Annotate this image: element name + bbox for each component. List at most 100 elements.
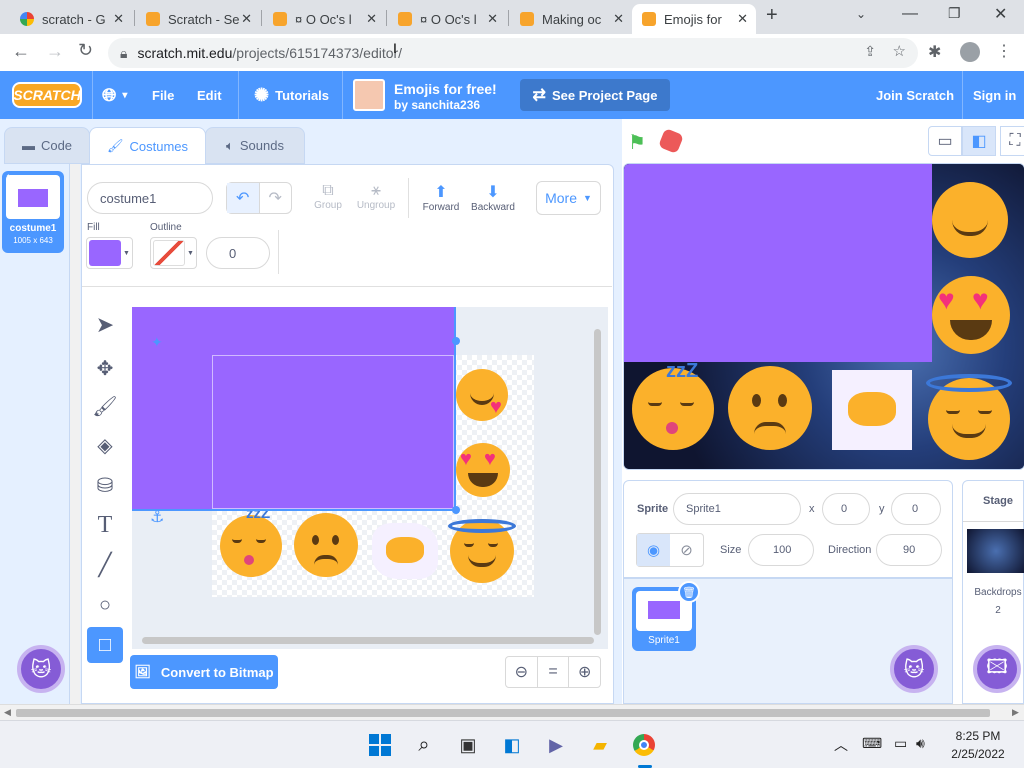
file-menu[interactable]: File	[152, 71, 174, 119]
close-tab-icon[interactable]: ✕	[113, 11, 124, 27]
sprite-name-input[interactable]: Sprite1	[673, 493, 801, 525]
zoom-reset-button[interactable]: =	[538, 657, 570, 687]
volume-icon[interactable]: 🔊︎	[916, 735, 925, 752]
zoom-out-icon[interactable]: ⊖	[506, 657, 538, 687]
windows-start-icon[interactable]	[368, 733, 392, 757]
resize-handle[interactable]	[452, 506, 460, 514]
back-arrow-icon[interactable]: ←	[12, 41, 30, 62]
zoom-in-icon[interactable]: ⊕	[569, 657, 600, 687]
close-tab-icon[interactable]: ✕	[241, 11, 252, 27]
show-eye-icon[interactable]: ◉	[637, 534, 670, 566]
select-arrow-icon[interactable]: ➤	[87, 307, 123, 343]
outline-width-input[interactable]: 0	[206, 237, 270, 269]
paint-canvas[interactable]: ♥ ♥ ♥ zzZ ✦ ⚓︎	[132, 307, 608, 649]
browser-tab-6-active[interactable]: Emojis for ✕	[632, 4, 756, 34]
large-stage-icon[interactable]: ◧	[962, 126, 996, 156]
choose-backdrop-icon[interactable]: 🖾︎	[973, 645, 1021, 693]
clock-time[interactable]: 8:25 PM	[946, 729, 1010, 743]
sign-in-link[interactable]: Sign in	[973, 71, 1016, 119]
line-tool-icon[interactable]: ╱	[87, 547, 123, 583]
costume-list-scrollbar[interactable]	[70, 164, 80, 704]
new-tab-button[interactable]: +	[766, 4, 778, 27]
ungroup-button[interactable]: ⚹ Ungroup	[356, 182, 396, 211]
stop-sign-icon[interactable]	[657, 127, 685, 155]
tab-costumes[interactable]: 🖌︎ Costumes	[89, 127, 206, 164]
fill-color-picker[interactable]: ▼	[86, 237, 133, 269]
fill-bucket-icon[interactable]: ⛁	[87, 467, 123, 503]
close-tab-icon[interactable]: ✕	[366, 11, 377, 27]
x-position-input[interactable]: 0	[822, 493, 870, 525]
undo-icon[interactable]: ↶	[227, 183, 260, 213]
direction-input[interactable]: 90	[876, 534, 942, 566]
canvas-horizontal-scrollbar[interactable]	[142, 637, 594, 644]
small-stage-icon[interactable]: ▭	[928, 126, 962, 156]
profile-avatar-icon[interactable]	[960, 42, 980, 62]
close-tab-icon[interactable]: ✕	[613, 11, 624, 27]
reload-icon[interactable]: ↻	[78, 40, 93, 61]
widgets-icon[interactable]: ◧	[500, 733, 524, 757]
tab-sounds[interactable]: 🔈︎ Sounds	[205, 127, 305, 164]
browser-tab-3[interactable]: ¤ O Oc's l ✕	[263, 4, 385, 34]
display-icon[interactable]: ▭	[894, 735, 907, 752]
delete-sprite-trash-icon[interactable]: 🗑︎	[678, 581, 700, 603]
edit-menu[interactable]: Edit	[197, 71, 222, 119]
teams-chat-icon[interactable]: ▶	[544, 733, 568, 757]
extensions-puzzle-icon[interactable]: ✱	[928, 42, 941, 62]
browser-tab-4[interactable]: ¤ O Oc's l ✕	[388, 4, 506, 34]
tab-code[interactable]: ▬ Code	[4, 127, 90, 164]
hide-eye-icon[interactable]: ⊘	[670, 534, 703, 566]
rotation-handle-icon[interactable]: ⚓︎	[150, 507, 164, 527]
minimize-button[interactable]: —	[902, 5, 918, 23]
keyboard-icon[interactable]: ⌨	[862, 735, 882, 752]
canvas-vertical-scrollbar[interactable]	[594, 329, 601, 635]
backdrop-thumbnail[interactable]	[967, 529, 1024, 573]
close-tab-icon[interactable]: ✕	[487, 11, 498, 27]
y-position-input[interactable]: 0	[891, 493, 941, 525]
restore-button[interactable]: ❐	[948, 5, 961, 22]
browser-tab-5[interactable]: Making oc ✕	[510, 4, 632, 34]
search-icon[interactable]: ⌕	[412, 733, 436, 757]
language-globe-icon[interactable]: 🌐︎ ▾	[102, 71, 127, 119]
green-flag-icon[interactable]: ⚑	[628, 130, 646, 155]
forward-button[interactable]: ⬆ Forward	[420, 182, 462, 213]
url-input[interactable]: 🔒︎ scratch.mit.edu/projects/615174373/ed…	[108, 38, 918, 68]
reshape-icon[interactable]: ✥	[87, 350, 123, 386]
size-input[interactable]: 100	[748, 534, 814, 566]
rectangle-tool-icon[interactable]: □	[87, 627, 123, 663]
see-project-page-button[interactable]: ⇄ See Project Page	[520, 79, 670, 111]
chrome-icon[interactable]	[632, 733, 656, 757]
backward-button[interactable]: ⬇ Backward	[470, 182, 516, 213]
eraser-icon[interactable]: ◈	[87, 427, 123, 463]
stage-canvas[interactable]: ♥ ♥ zzZ	[623, 163, 1024, 470]
share-icon[interactable]: ⇪	[864, 43, 876, 60]
clock-date[interactable]: 2/25/2022	[946, 747, 1010, 761]
outline-color-picker[interactable]: ▼	[150, 237, 197, 269]
browser-tab-2[interactable]: Scratch - Se ✕	[136, 4, 260, 34]
close-tab-icon[interactable]: ✕	[737, 11, 748, 27]
chrome-menu-icon[interactable]: ⋮	[996, 41, 1012, 61]
more-menu-button[interactable]: More ▼	[536, 181, 601, 215]
text-tool-icon[interactable]: T	[87, 507, 123, 543]
browser-tab-1[interactable]: scratch - G ✕	[10, 4, 132, 34]
convert-to-bitmap-button[interactable]: 🖼︎ Convert to Bitmap	[130, 655, 278, 689]
scratch-logo[interactable]: SCRATCH	[12, 82, 82, 108]
bookmark-star-icon[interactable]: ☆	[893, 42, 906, 60]
choose-sprite-cat-icon[interactable]: 🐱︎	[890, 645, 938, 693]
brush-tool-icon[interactable]: 🖌︎	[87, 388, 123, 424]
costume-name-input[interactable]: costume1	[87, 182, 213, 214]
close-window-button[interactable]: ✕	[994, 4, 1007, 24]
author-avatar[interactable]	[353, 79, 385, 111]
redo-icon[interactable]: ↷	[260, 183, 292, 213]
task-view-icon[interactable]: ▣	[456, 733, 480, 757]
project-title[interactable]: Emojis for free!	[394, 81, 497, 97]
chevron-up-icon[interactable]: ︿	[834, 735, 848, 755]
tab-search-icon[interactable]: ⌄	[856, 7, 866, 21]
costume-thumbnail[interactable]: 1 costume1 1005 x 643	[2, 171, 64, 253]
tutorials-button[interactable]: ✺ Tutorials	[254, 71, 329, 119]
resize-handle[interactable]	[452, 337, 460, 345]
choose-costume-cat-icon[interactable]: 🐱︎	[17, 645, 65, 693]
page-horizontal-scrollbar[interactable]: ◀ ▶	[0, 704, 1024, 720]
fullscreen-icon[interactable]: ⛶	[1000, 126, 1024, 156]
file-explorer-icon[interactable]: ▰	[588, 733, 612, 757]
circle-tool-icon[interactable]: ○	[87, 587, 123, 623]
